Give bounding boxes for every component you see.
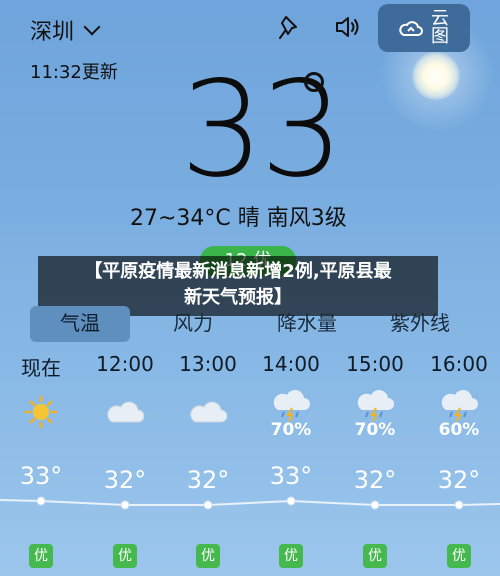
trend-point	[286, 496, 296, 506]
update-time: 11:32更新	[30, 62, 118, 83]
tab-wind[interactable]: 风力	[145, 306, 241, 342]
hour-time: 14:00	[262, 352, 320, 376]
trend-point	[370, 500, 380, 510]
aqi-badge: 优	[279, 544, 303, 568]
aqi-badge: 优	[196, 544, 220, 568]
trend-point	[454, 500, 464, 510]
aqi-badge: 优	[29, 544, 53, 568]
hour-temp: 32°	[437, 466, 481, 494]
hour-time: 15:00	[346, 352, 404, 376]
thunder-rain-icon	[256, 388, 326, 422]
weather-summary: 27~34°C 晴 南风3级	[130, 206, 347, 231]
thunder-rain-icon	[424, 388, 494, 422]
forecast-tabs: 气温 风力 降水量 紫外线	[0, 306, 500, 342]
aqi-badge: 优	[447, 544, 471, 568]
thunder-rain-icon	[340, 388, 410, 422]
cloud-map-label: 云图	[431, 8, 449, 47]
tab-temperature[interactable]: 气温	[30, 306, 130, 342]
top-bar: 深圳 云图	[0, 0, 500, 56]
trend-point	[120, 500, 130, 510]
city-selector[interactable]: 深圳	[30, 14, 101, 46]
hour-time: 13:00	[179, 352, 237, 376]
degree-symbol	[304, 72, 324, 92]
aqi-badge: 优	[113, 544, 137, 568]
trend-point	[36, 496, 46, 506]
hour-column[interactable]: 16:00	[424, 352, 494, 376]
pin-icon[interactable]	[278, 14, 302, 40]
city-name: 深圳	[30, 20, 75, 45]
hour-column[interactable]: 13:00	[173, 352, 243, 376]
banner-line-1: 【平原疫情最新消息新增2例,平原县最	[84, 261, 392, 282]
hour-time: 12:00	[96, 352, 154, 376]
precip-probability: 60%	[438, 420, 480, 440]
cloud-icon	[173, 394, 243, 428]
aqi-badge: 优	[363, 544, 387, 568]
tab-precipitation[interactable]: 降水量	[258, 306, 356, 342]
chevron-down-icon	[83, 18, 101, 36]
cloud-map-button[interactable]: 云图	[378, 4, 470, 52]
precip-probability: 70%	[354, 420, 396, 440]
cloud-map-icon	[399, 21, 423, 36]
temperature-trend-line	[0, 496, 500, 510]
hour-temp: 33°	[269, 462, 313, 490]
trend-point	[203, 500, 213, 510]
precip-probability: 70%	[270, 420, 312, 440]
hour-time: 现在	[21, 356, 61, 380]
hour-column[interactable]: 15:00	[340, 352, 410, 376]
hour-temp: 32°	[353, 466, 397, 494]
hour-column[interactable]: 14:00	[256, 352, 326, 376]
speaker-icon[interactable]	[334, 14, 362, 40]
hour-temp: 33°	[19, 462, 63, 490]
hour-time: 16:00	[430, 352, 488, 376]
hour-column[interactable]: 现在	[6, 352, 76, 381]
hour-temp: 32°	[186, 466, 230, 494]
tab-uv[interactable]: 紫外线	[372, 306, 468, 342]
hour-temp: 32°	[103, 466, 147, 494]
hour-column[interactable]: 12:00	[90, 352, 160, 376]
sun-icon	[6, 394, 76, 428]
cloud-icon	[90, 394, 160, 428]
sun-icon	[412, 52, 460, 100]
